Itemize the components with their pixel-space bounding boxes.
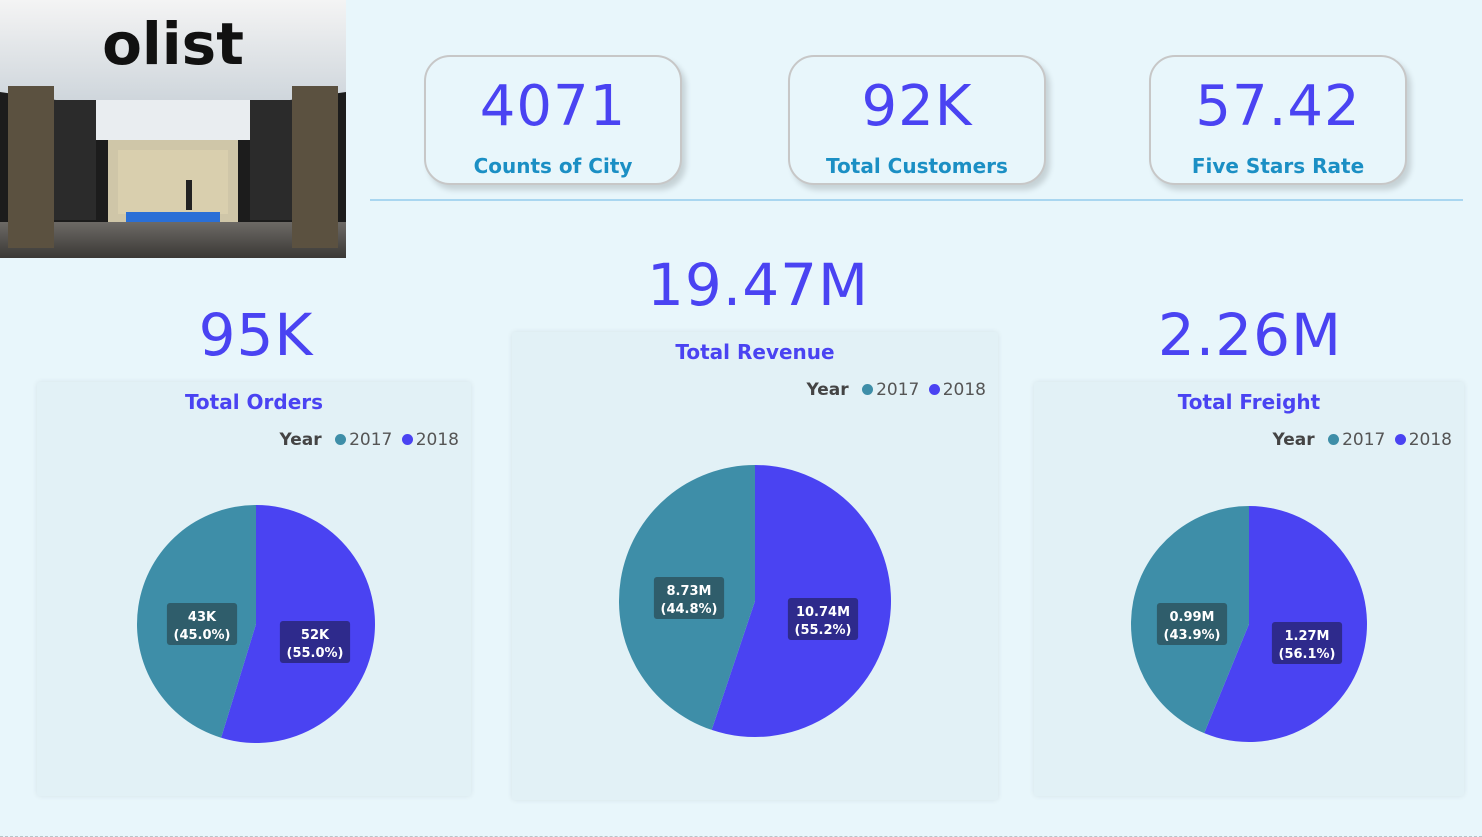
data-label-value: 1.27M <box>1284 629 1329 644</box>
total-revenue-pie[interactable]: 8.73M (44.8%) 10.74M (55.2%) <box>512 332 998 800</box>
header-divider <box>370 199 1463 201</box>
kpi-card-counts-of-city: 4071 Counts of City <box>424 55 682 185</box>
kpi-label: Total Customers <box>826 154 1008 178</box>
kpi-value: 57.42 <box>1195 74 1361 139</box>
data-label-2017: 8.73M (44.8%) <box>653 577 725 619</box>
kpi-card-total-customers: 92K Total Customers <box>788 55 1046 185</box>
data-label-value: 43K <box>188 610 217 625</box>
total-freight-value: 2.26M <box>1157 301 1343 369</box>
olist-storefront-photo: olist <box>0 0 346 258</box>
data-label-percent: (56.1%) <box>1279 647 1336 662</box>
data-label-percent: (44.8%) <box>661 602 718 617</box>
data-label-2018: 1.27M (56.1%) <box>1271 622 1343 664</box>
data-label-percent: (55.2%) <box>795 623 852 638</box>
olist-logo: olist <box>102 10 244 78</box>
total-freight-card[interactable]: Total Freight Year 2017 2018 0.99M (43.9%… <box>1034 382 1464 796</box>
data-label-2017: 0.99M (43.9%) <box>1156 603 1228 645</box>
data-label-value: 8.73M <box>666 584 711 599</box>
data-label-percent: (55.0%) <box>287 646 344 661</box>
total-orders-pie[interactable]: 43K (45.0%) 52K (55.0%) <box>37 382 471 796</box>
data-label-value: 10.74M <box>796 605 850 620</box>
data-label-percent: (43.9%) <box>1164 628 1221 643</box>
total-freight-pie[interactable]: 0.99M (43.9%) 1.27M (56.1%) <box>1034 382 1464 796</box>
storefront-illustration: olist <box>0 0 346 258</box>
total-revenue-card[interactable]: Total Revenue Year 2017 2018 8.73M (44.8%… <box>512 332 998 800</box>
data-label-value: 52K <box>301 628 330 643</box>
data-label-2018: 10.74M (55.2%) <box>787 598 859 640</box>
data-label-percent: (45.0%) <box>174 628 231 643</box>
total-orders-value: 95K <box>198 301 314 369</box>
data-label-value: 0.99M <box>1169 610 1214 625</box>
total-revenue-value: 19.47M <box>646 251 870 319</box>
kpi-label: Counts of City <box>473 154 633 178</box>
kpi-label: Five Stars Rate <box>1191 154 1365 178</box>
data-label-2017: 43K (45.0%) <box>166 603 238 645</box>
kpi-card-five-stars-rate: 57.42 Five Stars Rate <box>1149 55 1407 185</box>
total-orders-card[interactable]: Total Orders Year 2017 2018 43K (45.0%) 52… <box>37 382 471 796</box>
data-label-2018: 52K (55.0%) <box>279 621 351 663</box>
kpi-value: 4071 <box>479 74 627 139</box>
kpi-value: 92K <box>861 74 973 139</box>
